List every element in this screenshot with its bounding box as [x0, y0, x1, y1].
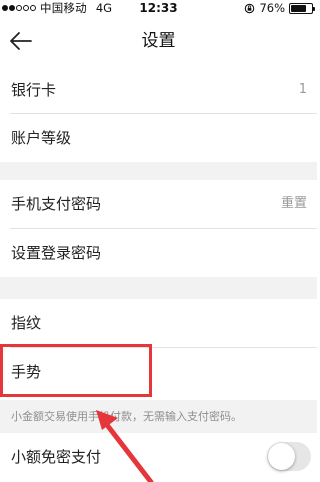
payment-password-label: 手机支付密码 — [11, 195, 102, 213]
gesture-label: 手势 — [11, 363, 42, 381]
account-level-label: 账户等级 — [11, 129, 72, 147]
hint-section: 小金额交易使用手机付款，无需输入支付密码。 — [0, 400, 317, 433]
payment-password-row[interactable]: 手机支付密码 重置 — [0, 180, 317, 228]
battery-icon — [289, 2, 315, 14]
battery-fill — [291, 4, 307, 12]
login-password-label: 设置登录密码 — [11, 244, 102, 262]
battery-percent: 76% — [259, 1, 285, 15]
status-right: 76% — [244, 0, 315, 16]
small-payment-label: 小额免密支付 — [11, 448, 102, 466]
bank-card-row[interactable]: 银行卡 1 — [0, 66, 317, 114]
small-payment-toggle[interactable] — [267, 442, 311, 471]
bank-card-count: 1 — [298, 82, 307, 97]
small-payment-row: 小额免密支付 — [0, 433, 317, 482]
page-title: 设置 — [141, 31, 176, 51]
login-password-row[interactable]: 设置登录密码 — [0, 229, 317, 277]
rotation-lock-icon — [245, 3, 255, 13]
status-bar: 中国移动 4G 12:33 76% — [0, 0, 317, 16]
account-level-row[interactable]: 账户等级 — [0, 114, 317, 162]
gesture-row[interactable]: 手势 — [0, 348, 317, 396]
fingerprint-row[interactable]: 指纹 — [0, 299, 317, 347]
section-gap — [0, 277, 317, 299]
section-gap — [0, 162, 317, 180]
arrow-left-icon — [10, 32, 32, 50]
nav-bar: 设置 — [0, 16, 317, 66]
fingerprint-label: 指纹 — [11, 314, 42, 332]
toggle-knob — [268, 443, 295, 470]
reset-link[interactable]: 重置 — [281, 180, 307, 228]
hint-text: 小金额交易使用手机付款，无需输入支付密码。 — [11, 410, 242, 423]
bank-card-label: 银行卡 — [11, 81, 57, 99]
back-button[interactable] — [4, 24, 38, 58]
